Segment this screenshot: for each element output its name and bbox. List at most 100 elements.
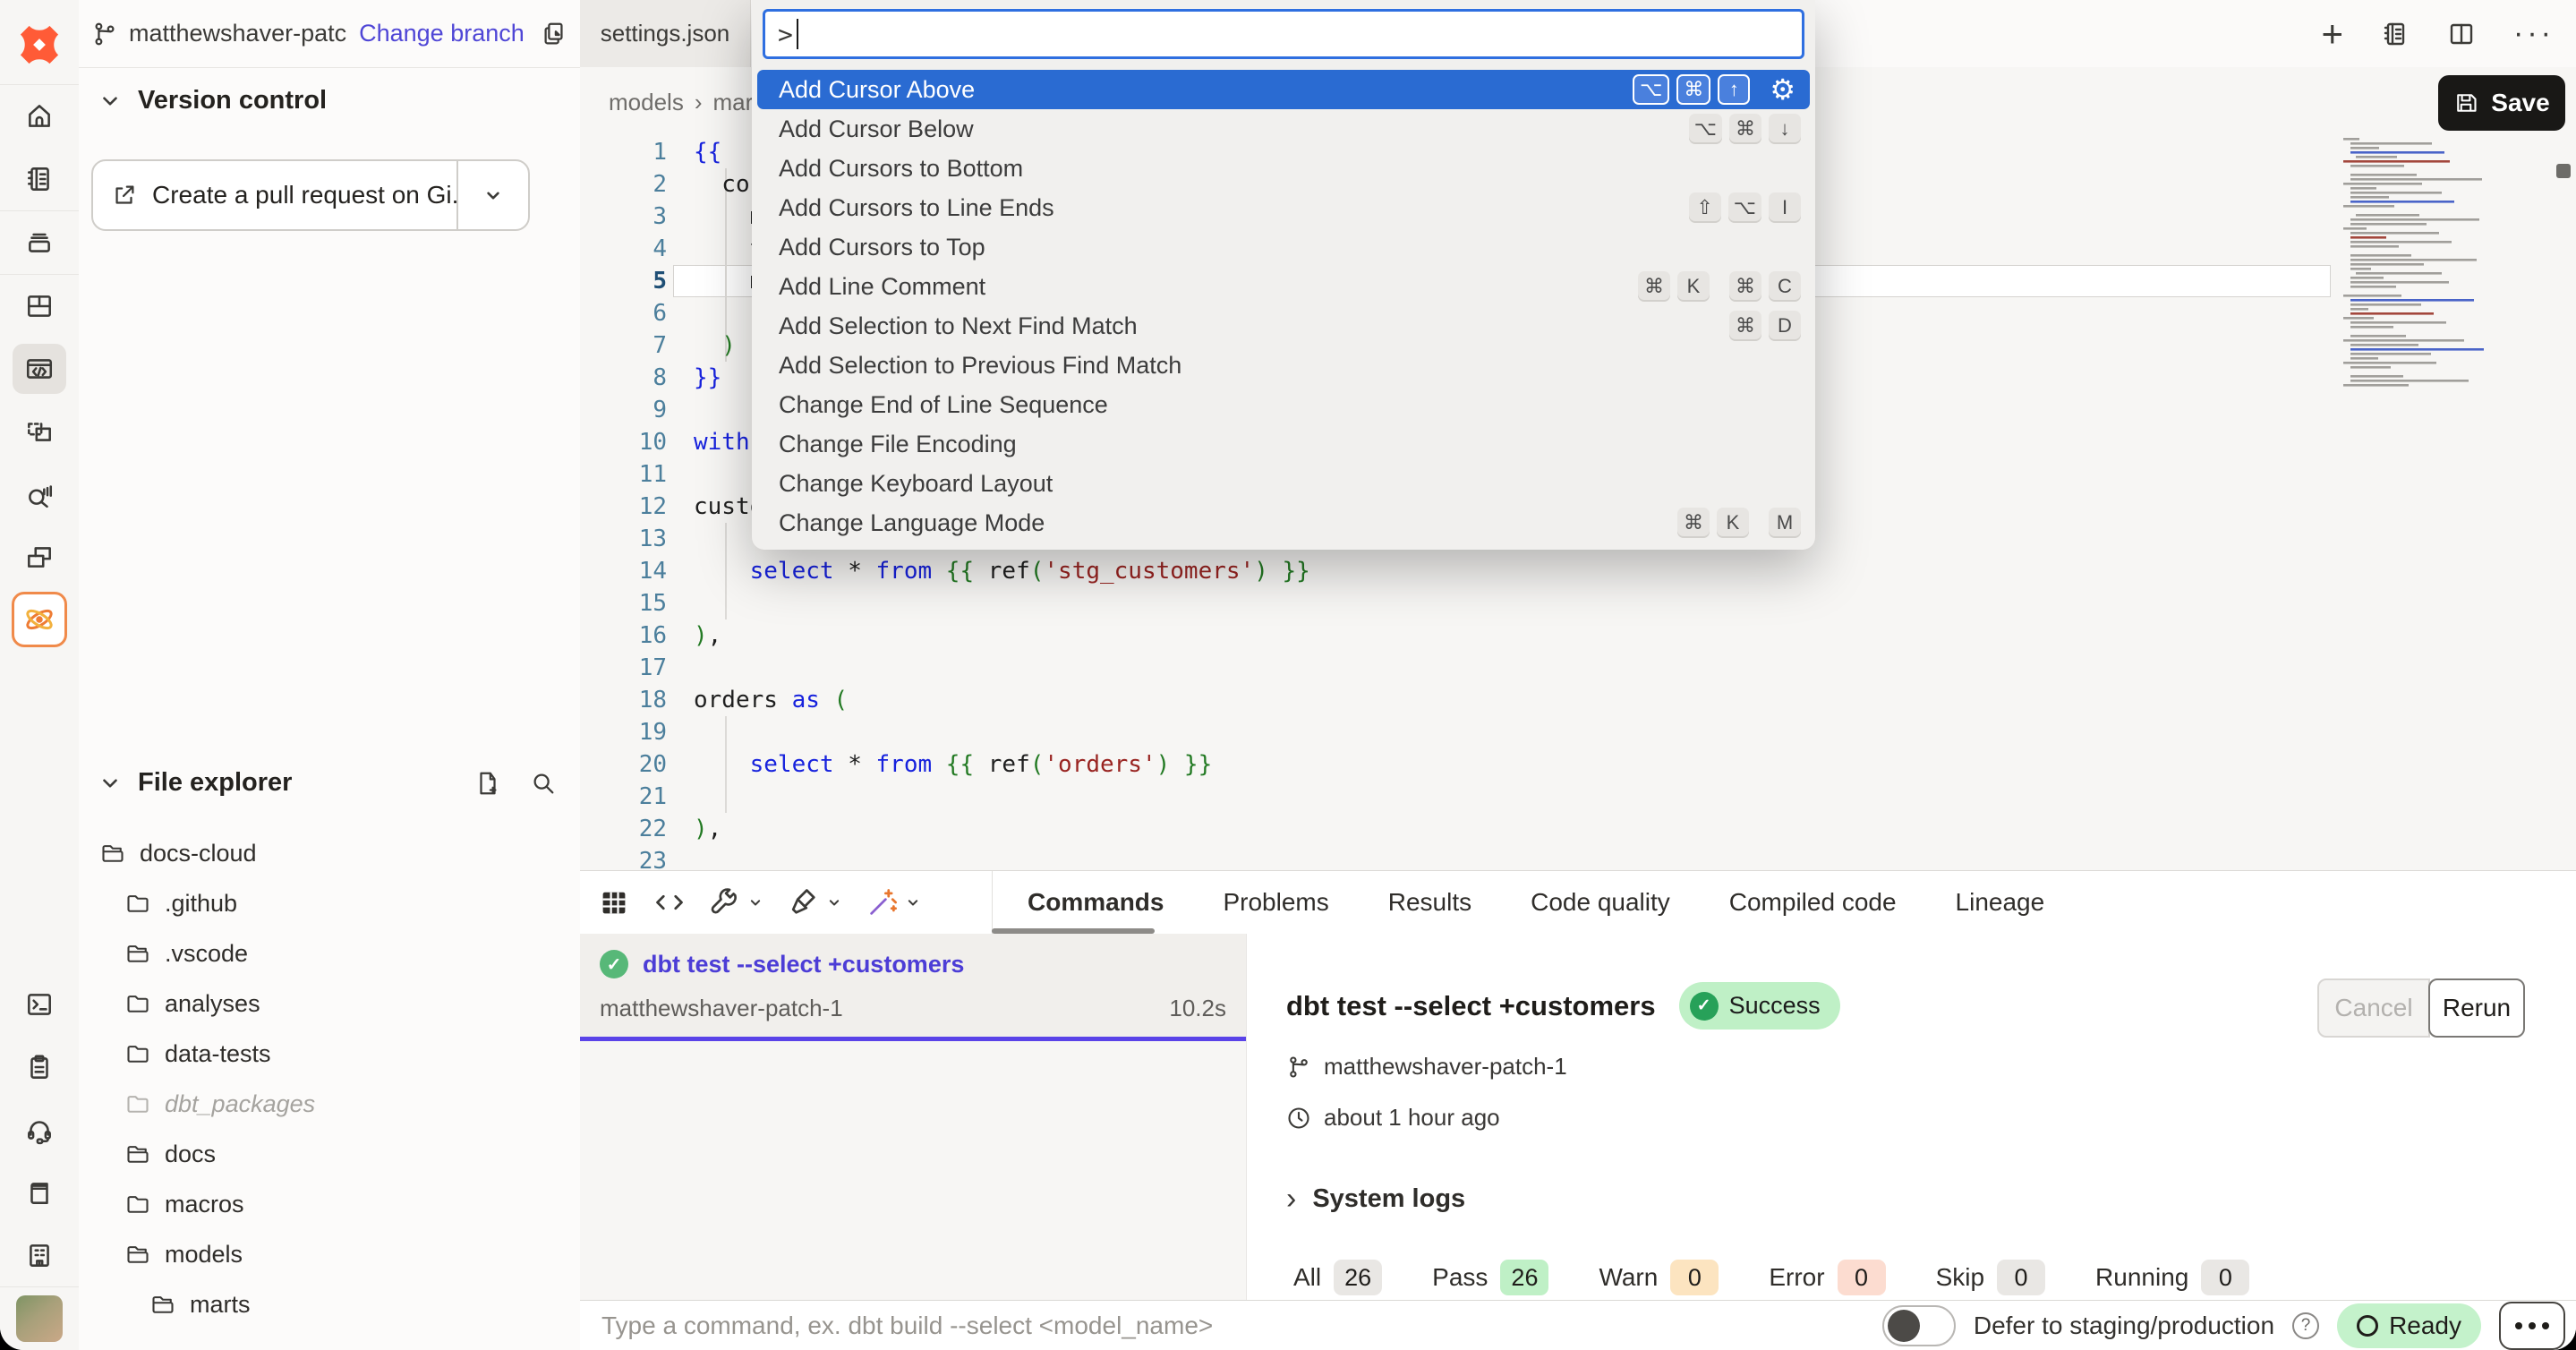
drawer-icon[interactable]: [0, 211, 79, 274]
code-editor-icon[interactable]: [0, 338, 79, 400]
dbt-cloud-ide-window: matthewshaver-patc Change branch Version…: [0, 0, 2576, 1350]
notebook-icon[interactable]: [0, 148, 79, 210]
code-view-icon[interactable]: [653, 886, 686, 919]
status-count-warn[interactable]: Warn0: [1599, 1260, 1719, 1295]
rerun-button[interactable]: Rerun: [2428, 978, 2525, 1038]
chevron-down-icon[interactable]: [98, 772, 122, 795]
palette-item[interactable]: Change Language Mode⌘KM: [757, 503, 1810, 543]
cancel-button[interactable]: Cancel: [2317, 978, 2430, 1038]
command-input-bar: Type a command, ex. dbt build --select <…: [580, 1300, 2576, 1350]
file-tree-item-marts[interactable]: marts: [79, 1279, 580, 1329]
format-icon[interactable]: [788, 886, 843, 919]
status-count-pass[interactable]: Pass26: [1432, 1260, 1548, 1295]
palette-item[interactable]: Add Selection to Previous Find Match: [757, 346, 1810, 385]
file-tree-item-analyses[interactable]: analyses: [79, 978, 580, 1029]
headset-support-icon[interactable]: [0, 1098, 79, 1161]
file-tree-label: models: [165, 1241, 243, 1269]
frame-select-icon[interactable]: [0, 400, 79, 463]
dbt-assist-icon[interactable]: [0, 588, 79, 651]
line-number: 21: [580, 781, 667, 813]
palette-item[interactable]: Add Cursor Above⌥⌘↑⚙: [757, 70, 1810, 109]
windows-icon[interactable]: [0, 525, 79, 588]
file-tree-item--github[interactable]: .github: [79, 878, 580, 928]
dbt-logo-icon[interactable]: [16, 21, 63, 68]
tab-compiled-code[interactable]: Compiled code: [1729, 888, 1897, 917]
count-badge: 26: [1334, 1260, 1382, 1295]
key-cap: ⌘: [1638, 271, 1670, 302]
palette-item[interactable]: Change End of Line Sequence: [757, 385, 1810, 424]
minimap[interactable]: [2338, 136, 2495, 397]
save-button[interactable]: Save: [2438, 75, 2565, 131]
code-text: co: [694, 168, 750, 201]
change-branch-link[interactable]: Change branch: [359, 20, 525, 47]
line-number: 20: [580, 748, 667, 781]
search-icon[interactable]: [530, 770, 557, 797]
file-tree-label: .github: [165, 890, 237, 918]
create-pr-button[interactable]: Create a pull request on Gi...: [91, 159, 530, 231]
organization-icon[interactable]: [0, 1224, 79, 1286]
defer-toggle[interactable]: [1882, 1305, 1956, 1346]
palette-item[interactable]: Add Cursors to Bottom: [757, 149, 1810, 188]
chevron-down-icon[interactable]: [98, 90, 122, 113]
tab-commands[interactable]: Commands: [1028, 888, 1164, 917]
key-cap: ⌥: [1633, 74, 1669, 105]
tab-code-quality[interactable]: Code quality: [1531, 888, 1670, 917]
file-tree-item-docs[interactable]: docs: [79, 1129, 580, 1179]
palette-item[interactable]: Change Keyboard Layout: [757, 464, 1810, 503]
build-wrench-icon[interactable]: [709, 886, 764, 919]
chevron-right-icon: ›: [1286, 1183, 1296, 1214]
split-view-icon[interactable]: [2447, 20, 2476, 48]
home-icon[interactable]: [0, 85, 79, 148]
file-tree-label: data-tests: [165, 1040, 271, 1068]
file-tree-item-data-tests[interactable]: data-tests: [79, 1029, 580, 1079]
file-explorer-title: File explorer: [138, 768, 292, 798]
docs-book-icon[interactable]: [0, 1161, 79, 1224]
file-tree: docs-cloud .github .vscode analyses data-tes…: [79, 828, 580, 1329]
file-tree-item--vscode[interactable]: .vscode: [79, 928, 580, 978]
more-options-icon[interactable]: ···: [2513, 16, 2555, 51]
command-run-item[interactable]: ✓ dbt test --select +customers matthewsh…: [580, 934, 1246, 1037]
status-count-skip[interactable]: Skip0: [1936, 1260, 2045, 1295]
line-number: 16: [580, 619, 667, 652]
file-tree-item-macros[interactable]: macros: [79, 1179, 580, 1229]
terminal-icon[interactable]: [0, 973, 79, 1036]
file-tree-item-models[interactable]: models: [79, 1229, 580, 1279]
file-tree-label: analyses: [165, 990, 260, 1018]
magic-wand-icon[interactable]: [866, 886, 922, 919]
notebook-panel-icon[interactable]: [2381, 20, 2410, 48]
palette-item[interactable]: Change File Encoding: [757, 424, 1810, 464]
tab-problems[interactable]: Problems: [1223, 888, 1328, 917]
tab-settings-json[interactable]: settings.json: [580, 0, 751, 67]
status-count-all[interactable]: All26: [1293, 1260, 1382, 1295]
system-logs-toggle[interactable]: › System logs: [1286, 1183, 2576, 1214]
palette-item[interactable]: Add Line Comment⌘K⌘C: [757, 267, 1810, 306]
status-count-error[interactable]: Error0: [1769, 1260, 1885, 1295]
new-file-icon[interactable]: [474, 770, 501, 797]
clipboard-icon[interactable]: [0, 1036, 79, 1098]
help-icon[interactable]: ?: [2292, 1312, 2319, 1339]
file-tree-item-docs-cloud[interactable]: docs-cloud: [79, 828, 580, 878]
tab-lineage[interactable]: Lineage: [1956, 888, 2045, 917]
palette-item[interactable]: Add Cursors to Top: [757, 227, 1810, 267]
palette-input[interactable]: >: [763, 9, 1804, 59]
command-input[interactable]: Type a command, ex. dbt build --select <…: [601, 1312, 1882, 1340]
table-view-icon[interactable]: [598, 886, 630, 919]
copy-icon[interactable]: [541, 21, 567, 47]
new-tab-icon[interactable]: +: [2322, 15, 2344, 53]
palette-item-label: Change Keyboard Layout: [779, 470, 1801, 498]
success-check-icon: ✓: [600, 950, 628, 978]
pr-dropdown-caret[interactable]: [458, 184, 528, 207]
gear-icon[interactable]: ⚙: [1770, 73, 1796, 107]
more-actions-button[interactable]: [2499, 1302, 2565, 1350]
tab-results[interactable]: Results: [1388, 888, 1471, 917]
palette-item[interactable]: Add Selection to Next Find Match⌘D: [757, 306, 1810, 346]
dashboard-icon[interactable]: [0, 275, 79, 338]
scrollbar-thumb[interactable]: [2556, 164, 2571, 178]
detail-time: about 1 hour ago: [1324, 1104, 1500, 1132]
file-tree-item-dbt-packages[interactable]: dbt_packages: [79, 1079, 580, 1129]
status-count-running[interactable]: Running0: [2095, 1260, 2249, 1295]
user-avatar[interactable]: [0, 1287, 79, 1350]
palette-item[interactable]: Add Cursor Below⌥⌘↓: [757, 109, 1810, 149]
palette-item[interactable]: Add Cursors to Line Ends⇧⌥I: [757, 188, 1810, 227]
search-audit-icon[interactable]: [0, 463, 79, 525]
